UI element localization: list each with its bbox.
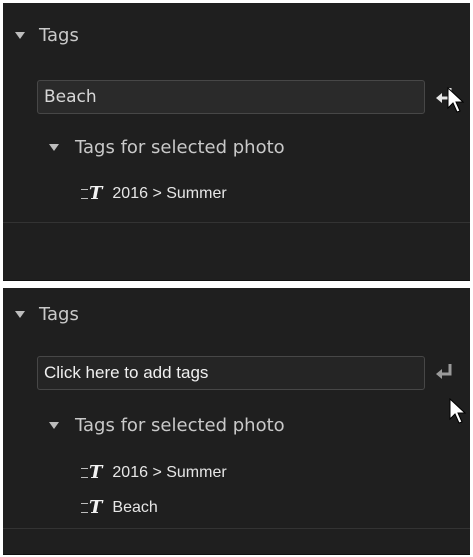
tags-section-header[interactable]: Tags: [13, 304, 79, 325]
tags-header-label: Tags: [39, 304, 79, 325]
tag-icon: T: [81, 183, 102, 204]
tag-icon: T: [81, 462, 102, 483]
add-tags-input-value: Beach: [44, 87, 97, 107]
mouse-cursor-icon: [447, 87, 465, 113]
tag-row[interactable]: T 2016 > Summer: [81, 183, 227, 204]
selected-photo-tags-label: Tags for selected photo: [75, 415, 285, 436]
enter-arrow-icon[interactable]: [433, 361, 457, 385]
divider: [3, 528, 470, 529]
tag-label: 2016 > Summer: [112, 184, 227, 202]
tags-section-header[interactable]: Tags: [13, 25, 79, 46]
selected-photo-tags-label: Tags for selected photo: [75, 137, 285, 158]
tags-panel-before: Tags Beach Tags for selected photo T 201…: [3, 3, 470, 281]
tag-row[interactable]: T Beach: [81, 497, 158, 518]
tag-icon: T: [81, 497, 102, 518]
selected-photo-tags-header[interactable]: Tags for selected photo: [49, 415, 285, 436]
add-tags-input[interactable]: Beach: [37, 80, 425, 114]
tag-label: 2016 > Summer: [112, 463, 227, 481]
tag-label: Beach: [112, 498, 158, 516]
selected-photo-tags-header[interactable]: Tags for selected photo: [49, 137, 285, 158]
tags-header-label: Tags: [39, 25, 79, 46]
divider: [3, 222, 470, 223]
tags-panel-after: Tags Click here to add tags Tags for sel…: [3, 288, 470, 555]
triangle-down-icon: [49, 144, 59, 151]
mouse-cursor-icon: [449, 398, 467, 424]
tag-row[interactable]: T 2016 > Summer: [81, 462, 227, 483]
add-tags-input-placeholder: Click here to add tags: [44, 363, 209, 382]
triangle-down-icon: [49, 422, 59, 429]
add-tags-input[interactable]: Click here to add tags: [37, 356, 425, 390]
triangle-down-icon: [15, 311, 25, 318]
triangle-down-icon: [15, 32, 25, 39]
